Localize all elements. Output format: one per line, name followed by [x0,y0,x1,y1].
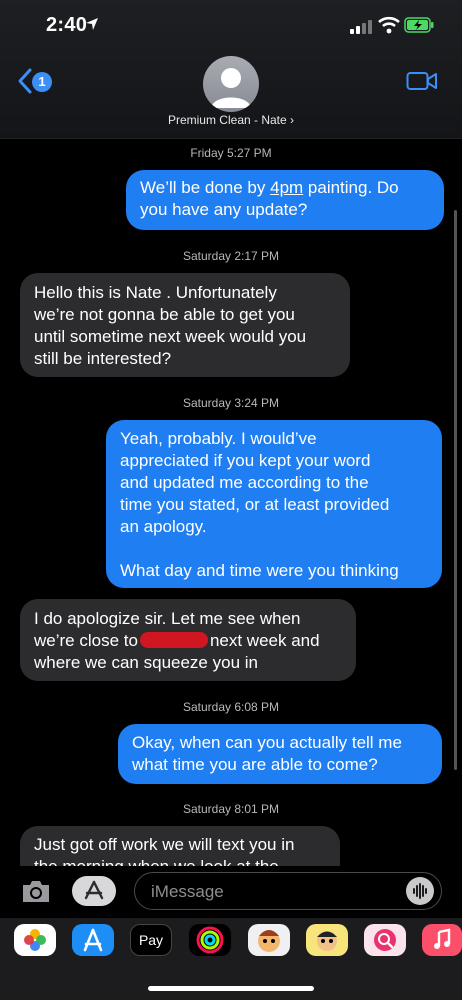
time-link[interactable]: 4pm [270,178,303,197]
outgoing-message[interactable]: Yeah, probably. I would’ve appreciated i… [106,420,442,588]
apple-pay-app-icon[interactable]: Pay [130,924,172,956]
outgoing-message[interactable]: Okay, when can you actually tell me what… [118,724,442,784]
camera-icon[interactable] [20,878,52,904]
memoji-stickers-app-icon[interactable] [306,924,348,956]
app-store-button[interactable] [72,876,116,906]
memoji-sticker-icon [317,931,337,951]
audio-message-button[interactable] [406,877,434,905]
apple-pay-label: Pay [138,932,164,948]
scrollbar[interactable] [454,210,457,770]
waveform-icon [413,883,427,899]
globe-search-icon [374,929,396,951]
person-silhouette-icon [211,68,251,108]
incoming-message[interactable]: I do apologize sir. Let me see when we’r… [20,599,356,681]
music-app-icon[interactable] [422,924,462,956]
message-input[interactable] [149,881,393,903]
timestamp: Saturday 3:24 PM [182,396,280,410]
battery-charging-icon [404,17,434,33]
unread-badge[interactable]: 1 [32,72,52,92]
cellular-signal-icon [350,20,372,34]
conversation-header: 2:40 1 Premium Clean - Nate › [0,0,462,139]
photos-app-icon[interactable] [14,924,56,956]
wifi-icon [378,16,400,34]
timestamp: Saturday 8:01 PM [182,802,280,816]
timestamp: Friday 5:27 PM [190,146,272,160]
status-time: 2:40 [46,14,88,36]
redaction-mark [139,632,208,648]
memoji-face-icon [258,930,280,952]
app-store-a-icon [83,928,103,952]
facetime-video-icon[interactable] [406,70,438,92]
fitness-app-icon[interactable] [189,924,231,956]
message-text: We’ll be done by [140,178,271,197]
home-indicator[interactable] [148,986,314,991]
contact-avatar[interactable] [203,56,259,112]
contact-name[interactable]: Premium Clean - Nate › [0,113,462,127]
app-store-icon [84,880,104,900]
app-store-app-icon[interactable] [72,924,114,956]
timestamp: Saturday 6:08 PM [182,700,280,714]
music-note-icon [434,928,451,949]
incoming-message[interactable]: Hello this is Nate . Unfortunately we’re… [20,273,350,377]
outgoing-message[interactable]: We’ll be done by 4pm painting. Do you ha… [126,170,444,230]
message-input-field[interactable] [134,872,442,910]
web-search-app-icon[interactable] [364,924,406,956]
location-icon [86,18,98,30]
activity-rings-icon [196,926,224,954]
timestamp: Saturday 2:17 PM [182,249,280,263]
photos-flower-icon [24,929,46,951]
memoji-app-icon[interactable] [248,924,290,956]
